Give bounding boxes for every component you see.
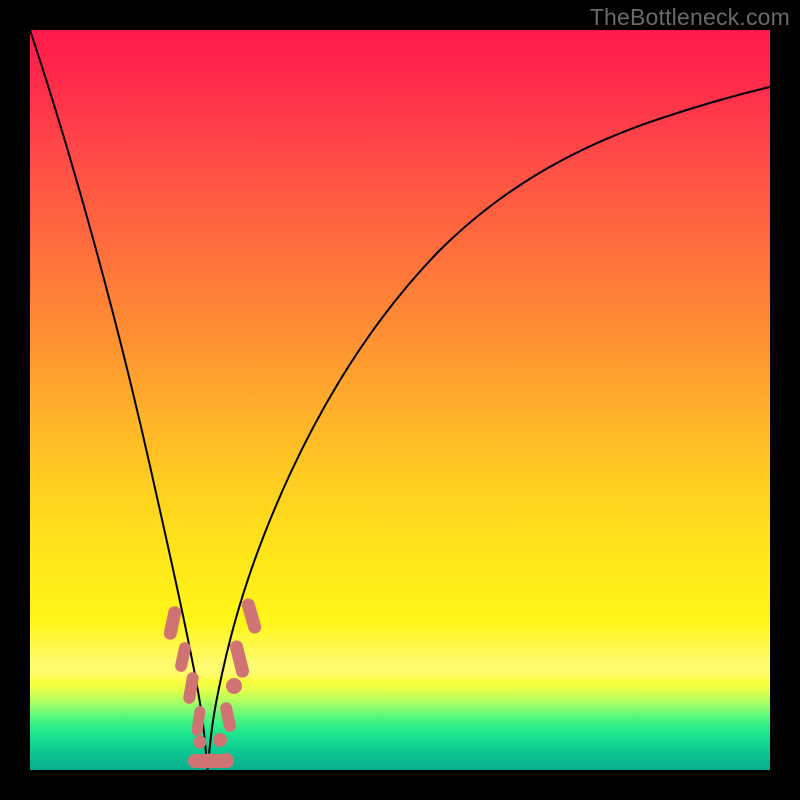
watermark-text: TheBottleneck.com bbox=[590, 4, 790, 31]
chart-svg bbox=[30, 30, 770, 770]
chart-plot-area bbox=[30, 30, 770, 770]
marker-cluster-right bbox=[213, 597, 263, 747]
marker-cluster-bottom bbox=[188, 753, 234, 769]
bottleneck-curve bbox=[30, 30, 770, 770]
